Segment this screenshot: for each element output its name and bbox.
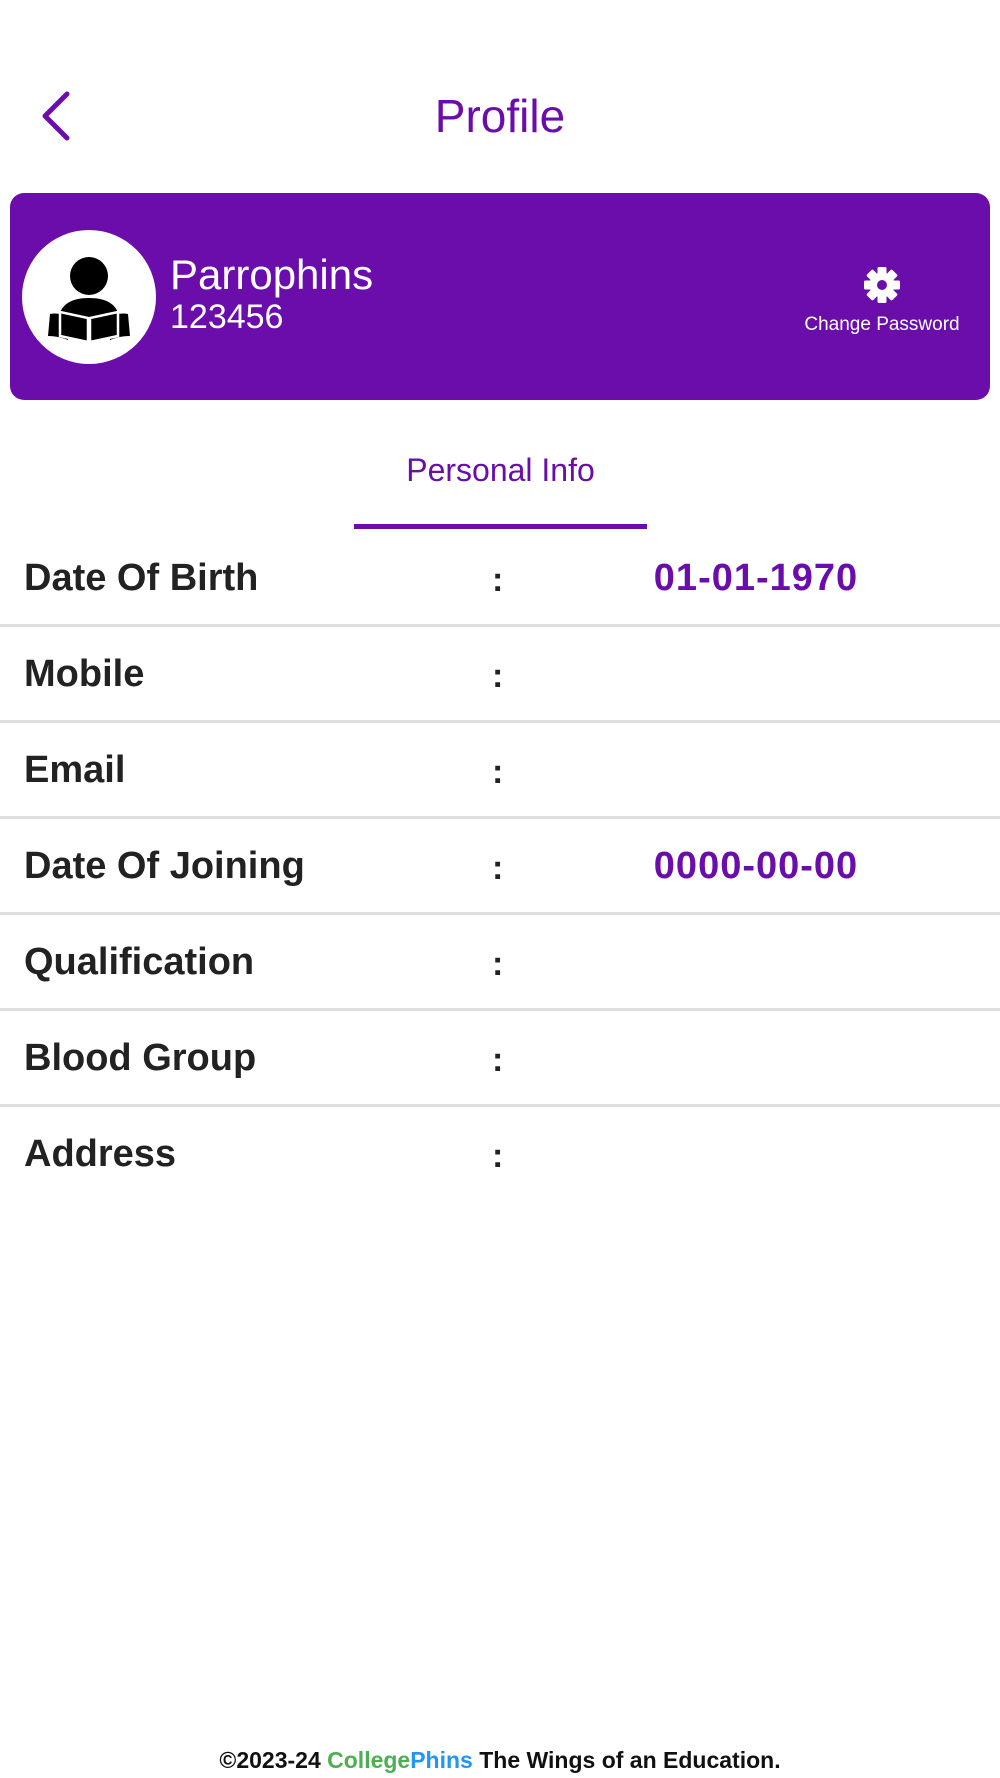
change-password-button[interactable]: Change Password (792, 265, 972, 336)
info-row-qualification: Qualification : (0, 915, 1000, 1011)
brand-name-college: College (327, 1747, 411, 1773)
info-row-mobile: Mobile : (0, 627, 1000, 723)
info-row-email: Email : (0, 723, 1000, 819)
avatar (22, 230, 156, 364)
footer-tagline: The Wings of an Education. (472, 1747, 781, 1773)
brand-name-phins: Phins (410, 1747, 473, 1773)
info-row-address: Address : (0, 1107, 1000, 1200)
gear-icon (864, 267, 900, 303)
info-label: Mobile (24, 653, 145, 695)
tab-label: Personal Info (406, 452, 595, 488)
tab-active-indicator (354, 524, 647, 529)
profile-name: Parrophins (170, 251, 374, 298)
page-title: Profile (434, 90, 566, 142)
info-colon: : (492, 657, 504, 695)
info-colon: : (492, 753, 504, 791)
info-label: Date Of Birth (24, 557, 259, 599)
info-value: 0000-00-00 (653, 845, 859, 887)
info-label: Date Of Joining (24, 845, 305, 887)
footer-copyright: ©2023-24 CollegePhins The Wings of an Ed… (0, 1745, 1000, 1775)
info-label: Qualification (24, 941, 255, 983)
info-row-date-of-birth: Date Of Birth : 01-01-1970 (0, 531, 1000, 627)
info-label: Blood Group (24, 1037, 257, 1079)
info-colon: : (492, 1041, 504, 1079)
student-reading-icon (48, 257, 130, 342)
personal-info-list: Date Of Birth : 01-01-1970 Mobile : Emai… (0, 531, 1000, 1200)
info-colon: : (492, 849, 504, 887)
info-colon: : (492, 1137, 504, 1175)
info-row-blood-group: Blood Group : (0, 1011, 1000, 1107)
info-row-date-of-joining: Date Of Joining : 0000-00-00 (0, 819, 1000, 915)
profile-id: 123456 (170, 298, 284, 336)
app-header: Profile (0, 60, 1000, 170)
profile-card: Parrophins 123456 Change Password (10, 193, 990, 400)
footer-prefix: ©2023-24 (219, 1747, 328, 1773)
info-colon: : (492, 945, 504, 983)
info-value: 01-01-1970 (653, 557, 859, 599)
info-colon: : (492, 561, 504, 599)
change-password-label: Change Password (804, 314, 960, 335)
info-label: Email (24, 749, 126, 791)
info-label: Address (24, 1133, 177, 1175)
tab-personal-info[interactable]: Personal Info (354, 440, 647, 529)
